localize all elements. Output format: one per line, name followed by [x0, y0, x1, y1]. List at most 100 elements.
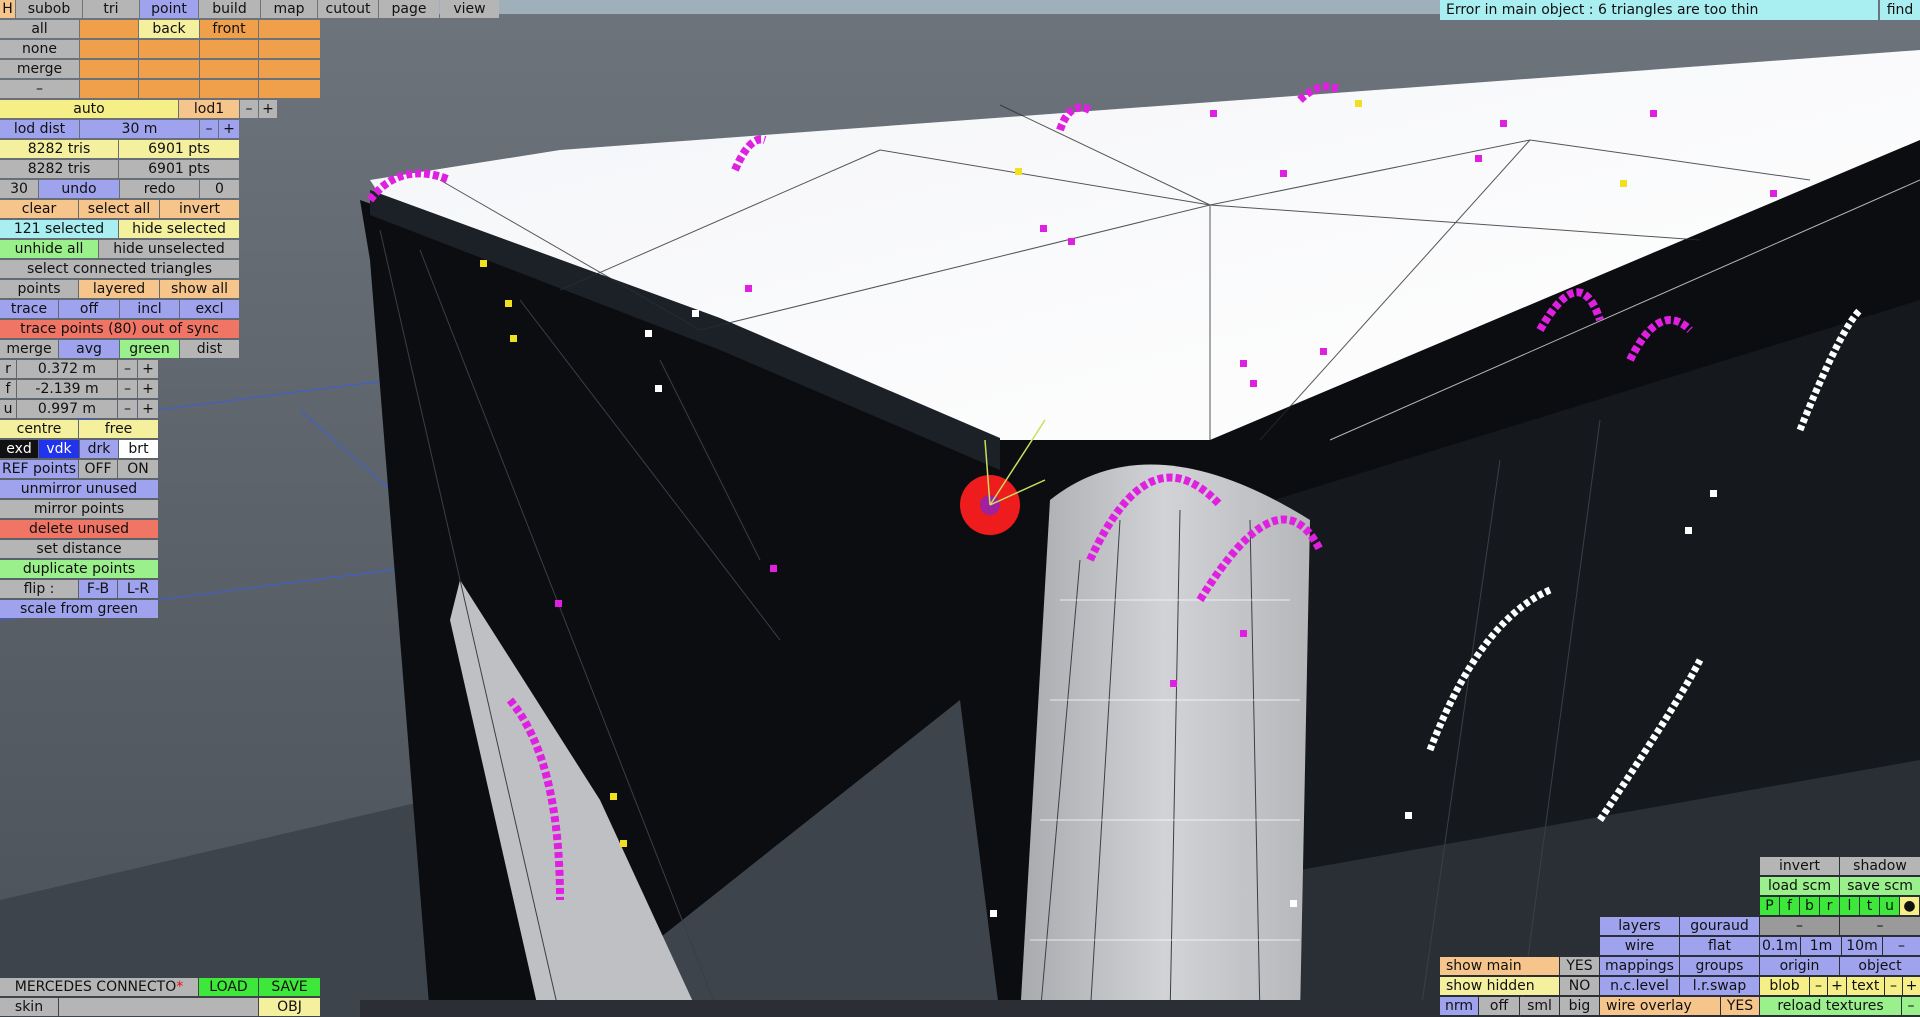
dist-minus-button[interactable]: –	[1883, 937, 1920, 955]
nrm-button[interactable]: nrm	[1440, 997, 1478, 1015]
size-off-button[interactable]: off	[1479, 997, 1519, 1015]
layer-cell[interactable]	[200, 60, 258, 78]
wire-overlay-button[interactable]: wire overlay	[1600, 997, 1720, 1015]
reload-textures-button[interactable]: reload textures	[1760, 997, 1901, 1015]
view-toggle-5[interactable]: t	[1860, 897, 1879, 915]
unhide-all-button[interactable]: unhide all	[0, 240, 98, 258]
drk-button[interactable]: drk	[80, 440, 118, 458]
mirror-points-button[interactable]: mirror points	[0, 500, 158, 518]
show-all-button[interactable]: show all	[160, 280, 239, 298]
ref-points-button[interactable]: REF points	[0, 460, 78, 478]
layer-cell[interactable]	[80, 60, 138, 78]
layer-cell[interactable]	[80, 40, 138, 58]
layer-cell[interactable]	[259, 80, 320, 98]
merge-green-button[interactable]: green	[120, 340, 179, 358]
text-plus-button[interactable]: +	[1903, 977, 1920, 995]
save-button[interactable]: SAVE	[259, 978, 320, 996]
trace-off-button[interactable]: off	[59, 300, 119, 318]
tab-view[interactable]: view	[440, 0, 499, 18]
trace-button[interactable]: trace	[0, 300, 58, 318]
lod-dist-value[interactable]: 30 m	[80, 120, 199, 138]
layer-cell[interactable]	[200, 80, 258, 98]
object-button[interactable]: object	[1840, 957, 1920, 975]
unmirror-unused-button[interactable]: unmirror unused	[0, 480, 158, 498]
text-button[interactable]: text	[1847, 977, 1884, 995]
layer-cell[interactable]	[259, 60, 320, 78]
origin-button[interactable]: origin	[1760, 957, 1839, 975]
find-button[interactable]: find	[1880, 0, 1920, 20]
f-minus-button[interactable]: –	[118, 380, 137, 398]
tab-cutout[interactable]: cutout	[318, 0, 378, 18]
u-value[interactable]: 0.997 m	[17, 400, 117, 418]
trace-sync-warning[interactable]: trace points (80) out of sync	[0, 320, 239, 338]
lod-minus-button[interactable]: –	[240, 100, 258, 118]
r-minus-button[interactable]: –	[118, 360, 137, 378]
3d-viewport[interactable]	[0, 0, 1920, 1017]
show-main-value[interactable]: YES	[1560, 957, 1599, 975]
reload-minus-button[interactable]: –	[1902, 997, 1920, 1015]
ref-on-button[interactable]: ON	[118, 460, 158, 478]
invert-view-button[interactable]: invert	[1760, 857, 1839, 875]
lod-auto-button[interactable]: auto	[0, 100, 178, 118]
groups-button[interactable]: groups	[1680, 957, 1759, 975]
lod-dist-minus-button[interactable]: –	[200, 120, 218, 138]
merge-dist-button[interactable]: dist	[180, 340, 239, 358]
view-toggle-4[interactable]: l	[1840, 897, 1859, 915]
obj-button[interactable]: OBJ	[259, 998, 320, 1016]
view-toggle-0[interactable]: P	[1760, 897, 1779, 915]
r-plus-button[interactable]: +	[138, 360, 158, 378]
layer-none-button[interactable]: none	[0, 40, 79, 58]
load-button[interactable]: LOAD	[199, 978, 258, 996]
dash-button[interactable]: –	[1840, 917, 1920, 935]
invert-selection-button[interactable]: invert	[160, 200, 239, 218]
brt-button[interactable]: brt	[119, 440, 158, 458]
gouraud-button[interactable]: gouraud	[1680, 917, 1759, 935]
lod-plus-button[interactable]: +	[259, 100, 277, 118]
undo-button[interactable]: undo	[39, 180, 119, 198]
lod-dist-plus-button[interactable]: +	[219, 120, 239, 138]
layer-cell[interactable]	[259, 40, 320, 58]
layer-back-button[interactable]: back	[139, 20, 199, 38]
view-toggle-7[interactable]: ●	[1900, 897, 1919, 915]
tab-map[interactable]: map	[261, 0, 317, 18]
lod1-button[interactable]: lod1	[179, 100, 239, 118]
redo-button[interactable]: redo	[120, 180, 199, 198]
tab-subob[interactable]: subob	[16, 0, 82, 18]
layer-cell[interactable]	[200, 40, 258, 58]
f-value[interactable]: -2.139 m	[17, 380, 117, 398]
select-connected-button[interactable]: select connected triangles	[0, 260, 239, 278]
blob-button[interactable]: blob	[1760, 977, 1809, 995]
free-button[interactable]: free	[79, 420, 158, 438]
flip-fb-button[interactable]: F-B	[79, 580, 117, 598]
mappings-button[interactable]: mappings	[1600, 957, 1679, 975]
u-minus-button[interactable]: –	[118, 400, 137, 418]
view-toggle-6[interactable]: u	[1880, 897, 1899, 915]
wire-button[interactable]: wire	[1600, 937, 1679, 955]
save-scm-button[interactable]: save scm	[1840, 877, 1920, 895]
h-button[interactable]: H	[0, 0, 15, 18]
layer-dash-button[interactable]: –	[0, 80, 79, 98]
centre-button[interactable]: centre	[0, 420, 78, 438]
layer-cell[interactable]	[139, 80, 199, 98]
skin-field[interactable]	[59, 998, 258, 1016]
show-hidden-value[interactable]: NO	[1560, 977, 1599, 995]
scale-from-green-button[interactable]: scale from green	[0, 600, 158, 618]
layer-cell[interactable]	[80, 20, 138, 38]
trace-incl-button[interactable]: incl	[120, 300, 179, 318]
dist-1m-button[interactable]: 1m	[1801, 937, 1841, 955]
select-all-button[interactable]: select all	[79, 200, 159, 218]
layer-cell[interactable]	[139, 60, 199, 78]
tab-tri[interactable]: tri	[83, 0, 139, 18]
show-main-button[interactable]: show main	[1440, 957, 1559, 975]
text-minus-button[interactable]: –	[1885, 977, 1902, 995]
dist-0-1m-button[interactable]: 0.1m	[1760, 937, 1800, 955]
dist-10m-button[interactable]: 10m	[1842, 937, 1882, 955]
blob-plus-button[interactable]: +	[1828, 977, 1846, 995]
view-toggle-1[interactable]: f	[1780, 897, 1799, 915]
view-toggle-2[interactable]: b	[1800, 897, 1819, 915]
merge-button[interactable]: merge	[0, 340, 58, 358]
nc-level-button[interactable]: n.c.level	[1600, 977, 1679, 995]
tab-point[interactable]: point	[140, 0, 198, 18]
flat-button[interactable]: flat	[1680, 937, 1759, 955]
u-plus-button[interactable]: +	[138, 400, 158, 418]
